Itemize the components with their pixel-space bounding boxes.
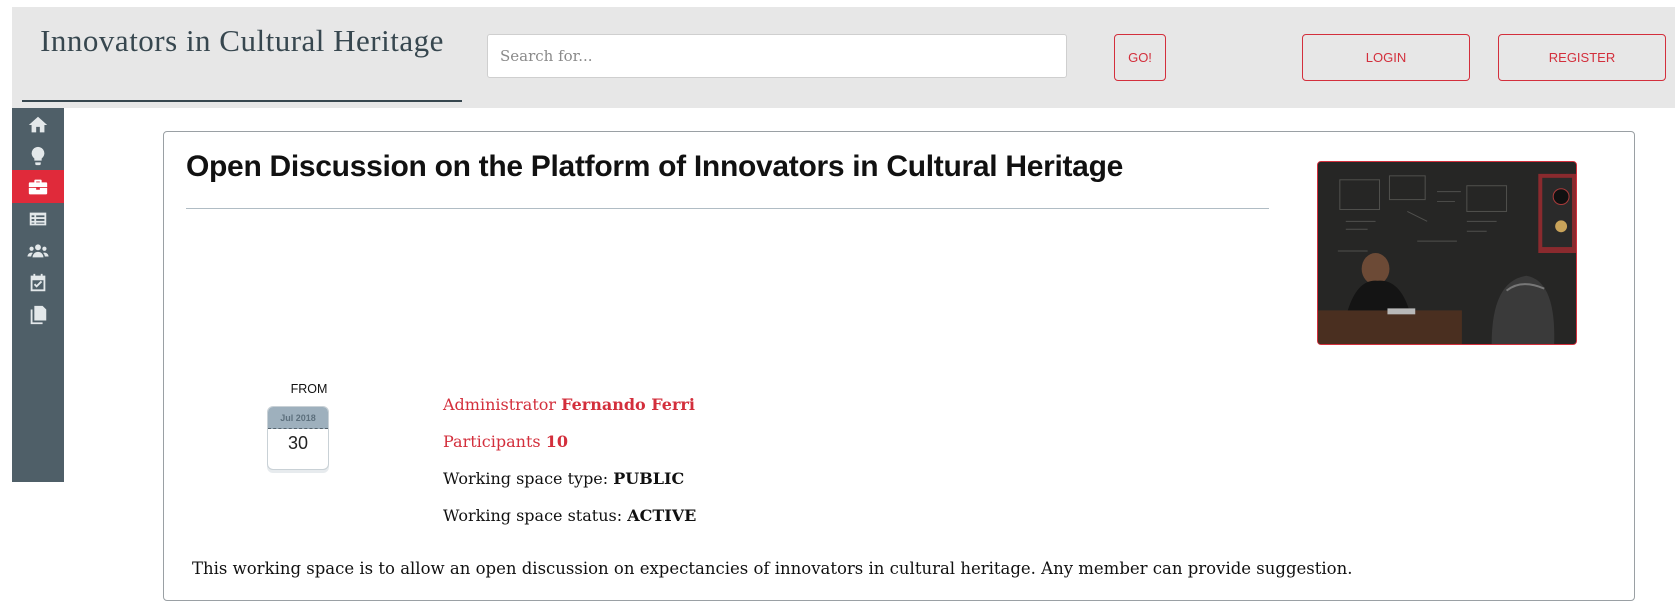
brand-text: Innovators in Cultural Heritage (40, 23, 444, 58)
briefcase-icon (28, 179, 48, 194)
search-input[interactable] (487, 34, 1067, 78)
administrator-name[interactable]: Fernando Ferri (561, 395, 695, 414)
workspace-card: Open Discussion on the Platform of Innov… (163, 131, 1635, 601)
sidebar-item-ideas[interactable] (12, 139, 64, 172)
participants-count[interactable]: 10 (546, 432, 568, 451)
administrator-label: Administrator (443, 395, 557, 414)
search-go-button[interactable]: GO! (1114, 34, 1166, 81)
calendar-day: 30 (287, 433, 309, 453)
workspace-type-label: Working space type: (443, 469, 609, 488)
go-label: GO! (1128, 50, 1152, 65)
page-title: Open Discussion on the Platform of Innov… (186, 150, 1123, 183)
workspace-status-row: Working space status: ACTIVE (443, 506, 696, 525)
workspace-type-row: Working space type: PUBLIC (443, 469, 684, 488)
participants-row: Participants 10 (443, 432, 568, 451)
title-divider (186, 208, 1269, 209)
start-date-calendar: Jul 2018 30 (267, 406, 329, 470)
top-header: Innovators in Cultural Heritage GO! LOGI… (12, 7, 1675, 108)
sidebar-nav (12, 108, 64, 482)
sidebar-item-workspaces[interactable] (12, 170, 64, 203)
register-label: REGISTER (1548, 50, 1616, 65)
site-logo-title[interactable]: Innovators in Cultural Heritage (22, 24, 462, 102)
sidebar-item-members[interactable] (12, 234, 64, 267)
sidebar-item-news[interactable] (12, 202, 64, 235)
login-label: LOGIN (1365, 50, 1407, 65)
calendar-month: Jul 2018 (268, 407, 328, 429)
workspace-status-value: ACTIVE (627, 506, 697, 525)
users-icon (27, 243, 49, 257)
cover-photo (1318, 162, 1576, 344)
workspace-cover-image (1317, 161, 1577, 345)
administrator-row: Administrator Fernando Ferri (443, 395, 695, 414)
workspace-type-value: PUBLIC (613, 469, 685, 488)
lightbulb-icon (31, 146, 45, 165)
workspace-status-label: Working space status: (443, 506, 623, 525)
register-button[interactable]: REGISTER (1498, 34, 1666, 81)
sidebar-item-events[interactable] (12, 266, 64, 299)
sidebar-item-documents[interactable] (12, 298, 64, 331)
login-button[interactable]: LOGIN (1302, 34, 1470, 81)
sidebar-item-home[interactable] (12, 108, 64, 141)
participants-label: Participants (443, 432, 541, 451)
copy-icon (30, 305, 47, 324)
calendar-check-icon (30, 273, 46, 291)
home-icon (28, 116, 48, 132)
workspace-description: This working space is to allow an open d… (192, 559, 1353, 578)
from-label: FROM (290, 382, 328, 396)
list-icon (29, 212, 47, 225)
